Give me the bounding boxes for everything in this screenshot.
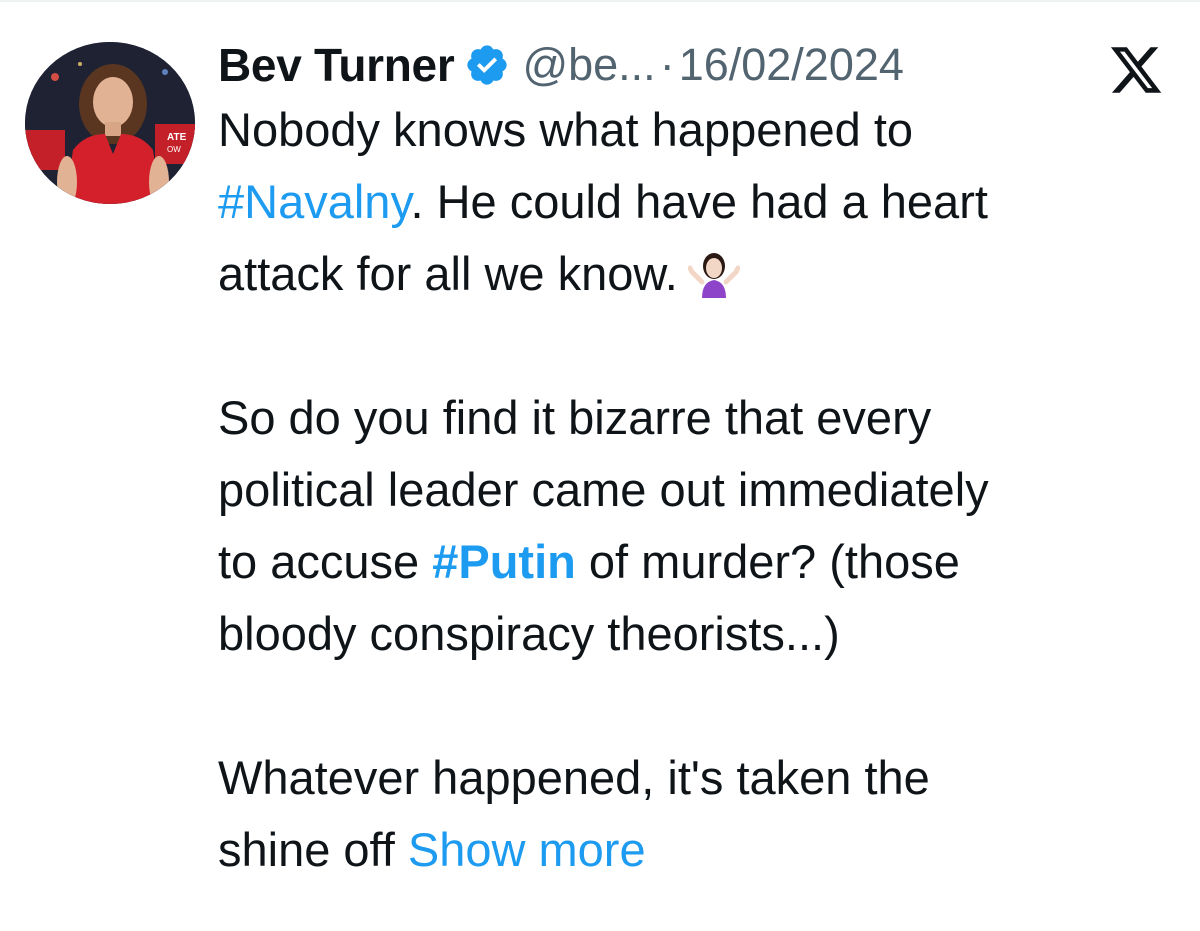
hashtag-navalny[interactable]: #Navalny: [218, 175, 410, 228]
tweet-line-text: attack for all we know.: [218, 247, 678, 300]
separator-dot: ·: [659, 39, 675, 90]
tweet-line: #Navalny. He could have had a heart: [218, 166, 1178, 238]
tweet-line: shine off Show more: [218, 814, 1178, 886]
avatar[interactable]: ATE OW: [25, 42, 195, 204]
tweet-line-rest: . He could have had a heart: [410, 175, 988, 228]
tweet-line-text: shine off: [218, 823, 395, 876]
author-name[interactable]: Bev Turner: [218, 38, 455, 92]
tweet-line: to accuse #Putin of murder? (those: [218, 526, 1178, 598]
tweet-header: Bev Turner @be... · 16/02/2024: [218, 30, 1178, 100]
top-divider: [0, 0, 1200, 2]
tweet-line: attack for all we know.: [218, 238, 1178, 310]
tweet-line-rest: of murder? (those: [575, 535, 960, 588]
tweet-line: Whatever happened, it's taken the: [218, 751, 930, 804]
tweet-line: bloody conspiracy theorists...): [218, 607, 840, 660]
tweet-line: Nobody knows what happened to: [218, 103, 914, 156]
svg-text:ATE: ATE: [167, 132, 187, 143]
tweet-line: political leader came out immediately: [218, 463, 989, 516]
show-more-link[interactable]: Show more: [408, 823, 646, 876]
tweet-line-start: to accuse: [218, 535, 433, 588]
hashtag-putin[interactable]: #Putin: [432, 535, 576, 588]
author-handle[interactable]: @be...: [522, 39, 655, 91]
timestamp[interactable]: 16/02/2024: [679, 39, 904, 91]
verified-badge-icon: [464, 42, 510, 88]
paragraph-break: [218, 310, 1178, 382]
tweet[interactable]: Bev Turner @be... · 16/02/2024 Nobody kn…: [218, 30, 1178, 886]
svg-text:OW: OW: [167, 145, 181, 154]
paragraph-break: [218, 670, 1178, 742]
person-shrugging-emoji: [687, 246, 741, 298]
tweet-line: So do you find it bizarre that every: [218, 391, 932, 444]
x-logo-icon[interactable]: [1108, 42, 1164, 98]
tweet-text: Nobody knows what happened to #Navalny. …: [218, 94, 1178, 886]
